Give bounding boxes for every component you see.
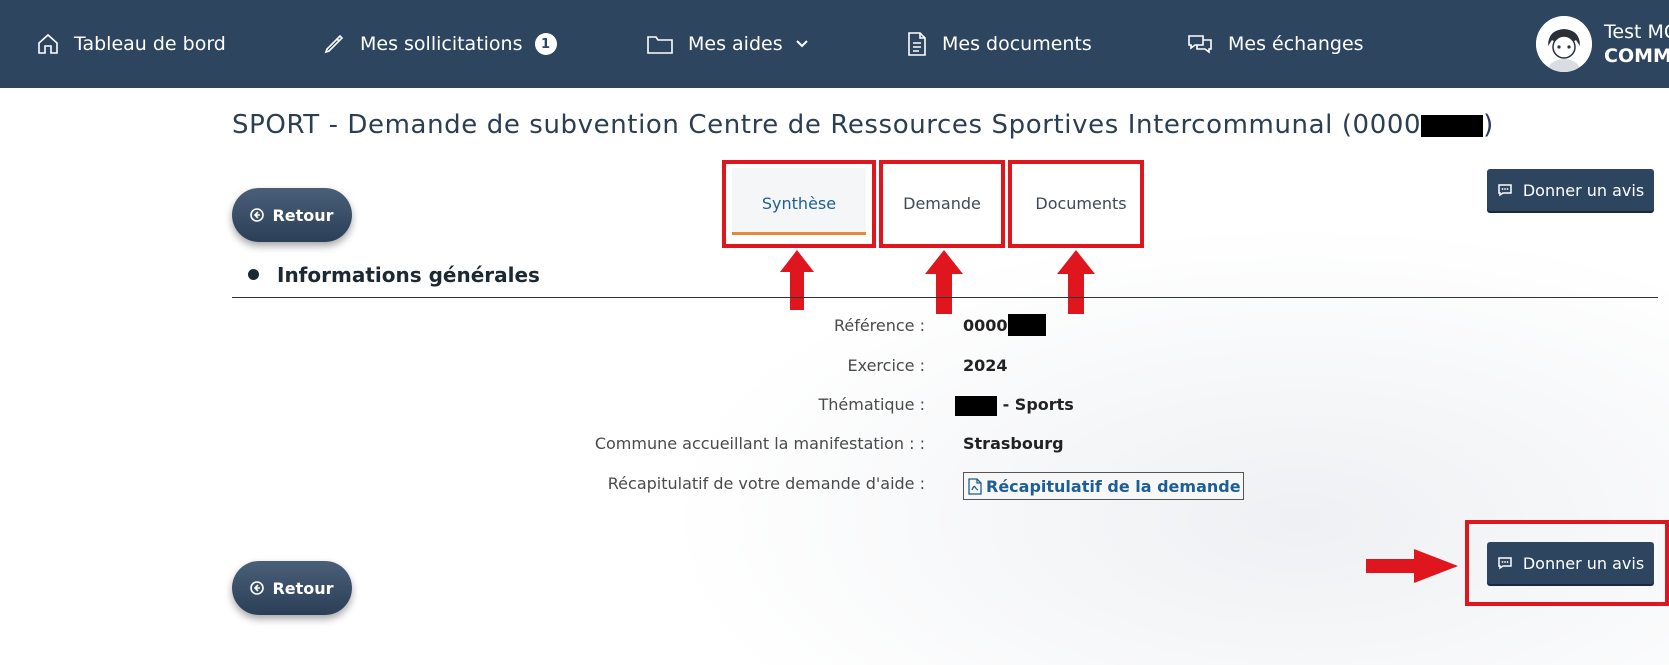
notification-badge: 1 (534, 33, 557, 55)
chat-icon (1188, 35, 1212, 54)
thematique-value: - Sports (955, 395, 1074, 416)
donner-avis-button-top[interactable]: Donner un avis (1487, 169, 1654, 211)
section-divider (232, 297, 1658, 298)
nav-item-sollicitations[interactable]: Mes sollicitations 1 (322, 0, 557, 88)
nav-item-label: Tableau de bord (74, 33, 226, 55)
recapitulatif-link[interactable]: Récapitulatif de la demande (963, 472, 1244, 500)
annotation-arrow-up-icon (925, 250, 963, 314)
avatar (1536, 16, 1592, 72)
donner-avis-button-bottom[interactable]: Donner un avis (1487, 542, 1654, 584)
exercice-value: 2024 (963, 356, 1008, 375)
redacted-block (955, 395, 997, 416)
user-menu[interactable]: Test MO COMMU (1536, 0, 1669, 88)
reference-label: Référence : (833, 316, 925, 335)
retour-button-bottom[interactable]: Retour (232, 561, 352, 615)
exercice-label: Exercice : (847, 356, 925, 375)
section-title: Informations générales (277, 263, 540, 287)
top-navigation: Tableau de bord Mes sollicitations 1 Mes… (0, 0, 1669, 88)
document-icon (908, 32, 926, 56)
user-name: Test MO (1604, 21, 1669, 43)
nav-item-documents[interactable]: Mes documents (906, 0, 1092, 88)
annotation-arrow-right-icon (1366, 549, 1458, 583)
nav-item-label: Mes échanges (1228, 33, 1364, 55)
thematique-label: Thématique : (818, 395, 925, 414)
section-bullet (248, 269, 259, 280)
recapitulatif-label: Récapitulatif de votre demande d'aide : (607, 474, 925, 493)
annotation-box-synthese (722, 160, 876, 248)
home-icon (38, 33, 58, 54)
chevron-down-icon (795, 40, 808, 48)
nav-item-label: Mes sollicitations (360, 33, 523, 55)
circle-arrow-left-icon (250, 208, 265, 222)
annotation-box-demande (879, 160, 1005, 248)
commune-value: Strasbourg (963, 434, 1064, 453)
user-role: COMMU (1604, 45, 1669, 67)
comment-icon (1498, 184, 1512, 197)
annotation-box-documents (1008, 160, 1144, 248)
page: Tableau de bord Mes sollicitations 1 Mes… (0, 0, 1669, 665)
annotation-arrow-up-icon (780, 250, 814, 310)
redacted-block (1421, 114, 1484, 137)
comment-icon (1498, 557, 1512, 570)
reference-value: 0000 (963, 313, 1046, 336)
commune-label: Commune accueillant la manifestation : : (594, 434, 925, 453)
pdf-file-icon (968, 477, 982, 495)
page-title: SPORT - Demande de subvention Centre de … (232, 110, 1494, 140)
retour-button-top[interactable]: Retour (232, 188, 352, 242)
folder-icon (647, 36, 673, 54)
nav-item-label: Mes documents (942, 33, 1092, 55)
nav-item-dashboard[interactable]: Tableau de bord (36, 0, 226, 88)
annotation-arrow-up-icon (1057, 250, 1095, 314)
circle-arrow-left-icon (250, 581, 265, 595)
nav-item-label: Mes aides (688, 33, 783, 55)
pen-icon (324, 34, 344, 54)
nav-item-echanges[interactable]: Mes échanges (1186, 0, 1364, 88)
redacted-block (1007, 313, 1046, 336)
nav-item-mes-aides[interactable]: Mes aides (646, 0, 809, 88)
